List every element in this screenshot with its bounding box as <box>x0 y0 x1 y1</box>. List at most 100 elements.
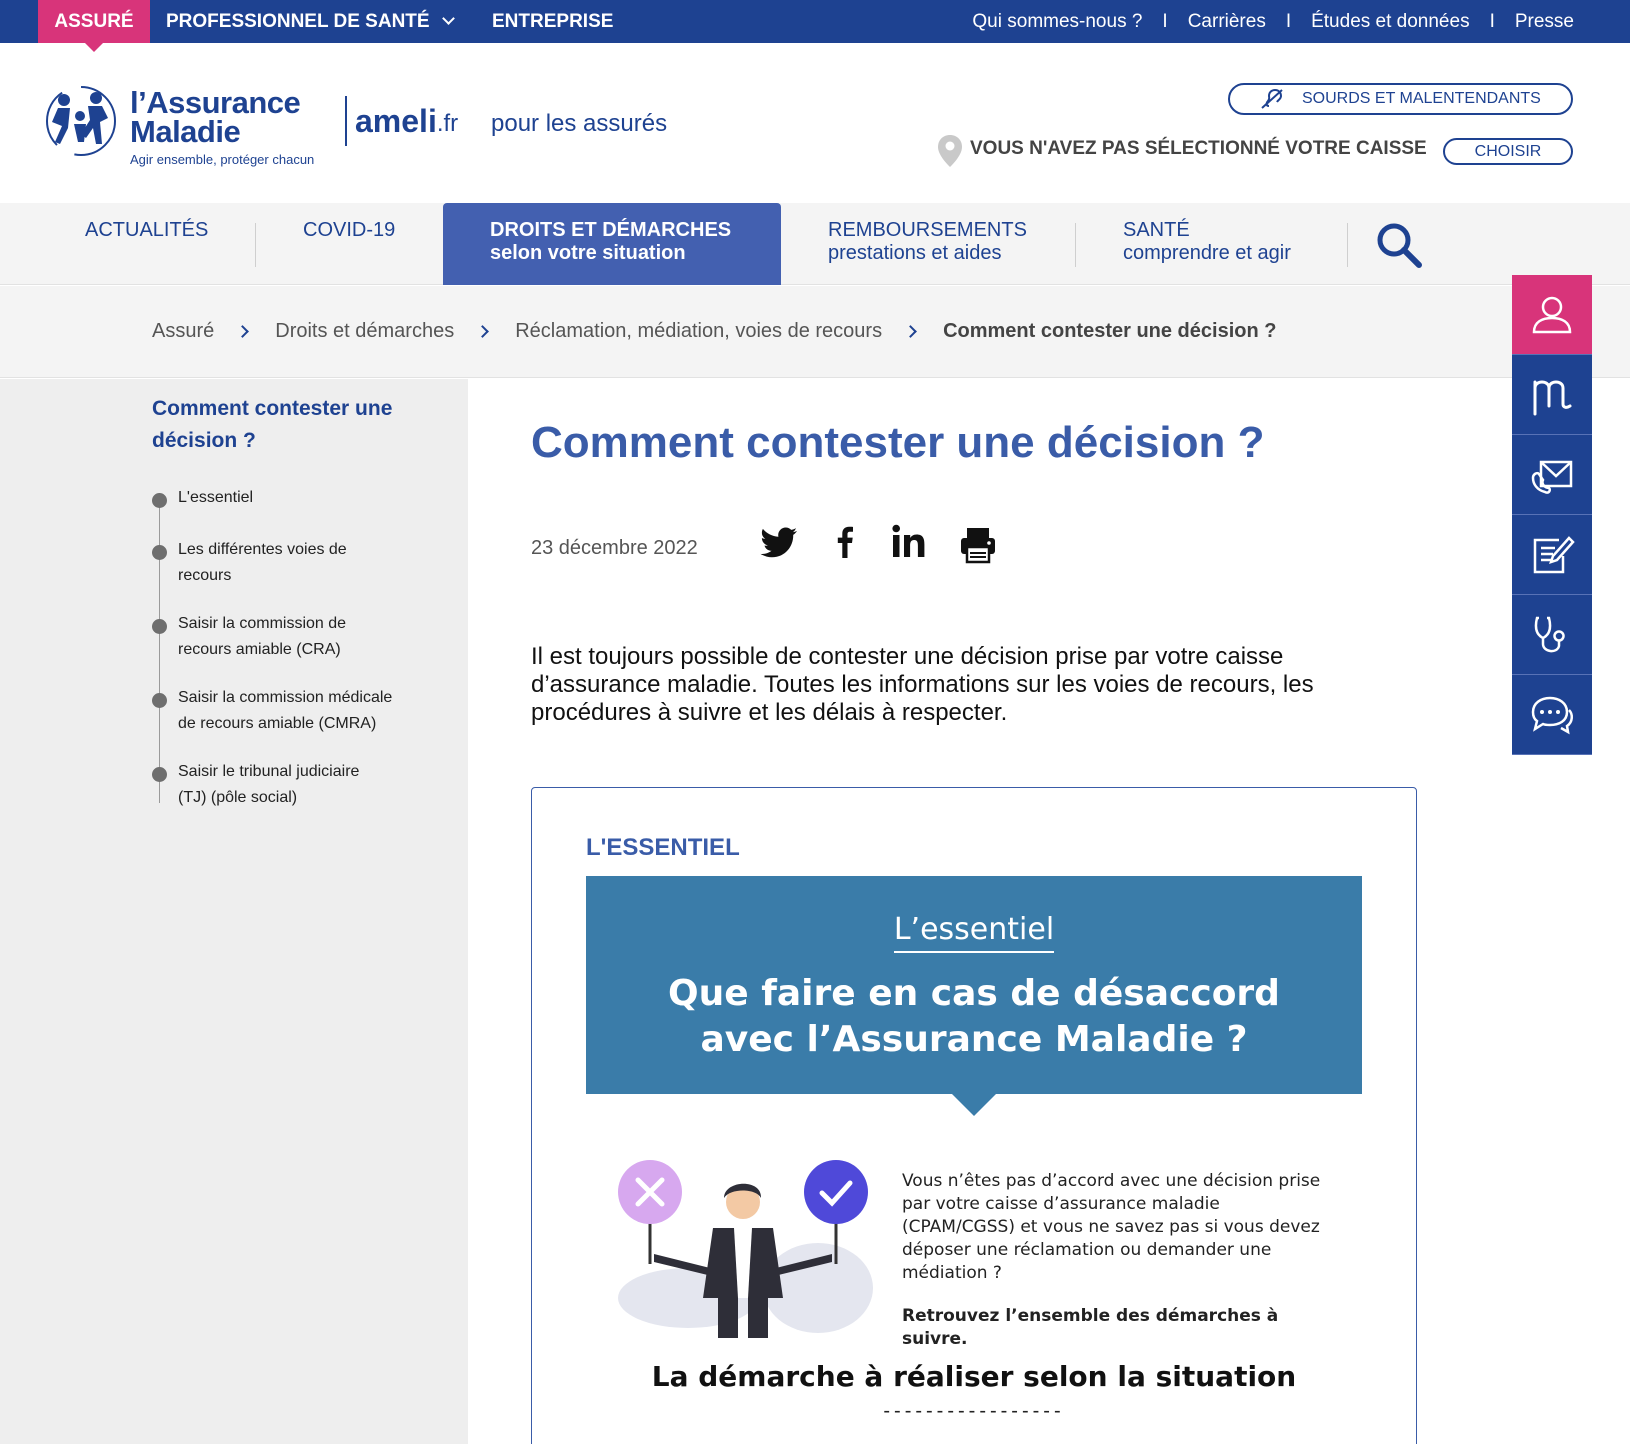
chevron-right-icon <box>904 325 917 338</box>
nav-divider <box>1075 223 1076 267</box>
account-button[interactable] <box>1512 275 1592 355</box>
banner-title: Que faire en cas de désaccord avec l’Ass… <box>586 971 1362 1063</box>
breadcrumb: Assuré Droits et démarches Réclamation, … <box>0 286 1630 378</box>
toc-dot <box>152 545 167 560</box>
separator: I <box>1489 10 1495 32</box>
toc-dot <box>152 693 167 708</box>
nav-rembours-line-2: prestations et aides <box>828 242 1002 264</box>
logo-figures-icon <box>46 86 116 156</box>
publication-date: 23 décembre 2022 <box>531 537 698 559</box>
toc-item-voies-de-recours[interactable]: Les différentes voies de recours <box>152 537 382 589</box>
logo-line-2: Maladie <box>130 114 241 149</box>
contact-mail-icon <box>1531 460 1573 494</box>
side-tools <box>1512 275 1592 755</box>
link-qui-sommes-nous[interactable]: Qui sommes-nous ? <box>972 11 1142 33</box>
tab-professionnel-de-sante[interactable]: PROFESSIONNEL DE SANTÉ <box>166 0 455 43</box>
ameli-logo[interactable]: ameli .fr <box>345 96 458 146</box>
nav-covid-19[interactable]: COVID-19 <box>303 203 395 285</box>
sidebar: Comment contester une décision ? L'essen… <box>0 379 468 1444</box>
tab-entreprise-label: ENTREPRISE <box>492 10 614 32</box>
sourds-label: SOURDS ET MALENTENDANTS <box>1302 90 1541 107</box>
tab-entreprise[interactable]: ENTREPRISE <box>492 0 613 43</box>
toc-dot <box>152 619 167 634</box>
intro-paragraph: Il est toujours possible de contester un… <box>531 643 1314 726</box>
chat-icon <box>1531 696 1573 734</box>
link-carrieres[interactable]: Carrières <box>1188 11 1266 33</box>
forms-button[interactable] <box>1512 515 1592 595</box>
banner-kicker: L’essentiel <box>893 912 1055 953</box>
nav-sante-line-2: comprendre et agir <box>1123 242 1291 264</box>
tab-assure[interactable]: ASSURÉ <box>38 0 150 52</box>
find-doctor-button[interactable] <box>1512 595 1592 675</box>
toc-item-cra[interactable]: Saisir la commission de recours amiable … <box>152 611 382 663</box>
main-nav: ACTUALITÉS COVID-19 DROITS ET DÉMARCHES … <box>0 203 1630 285</box>
essentiel-banner: L’essentiel Que faire en cas de désaccor… <box>586 876 1362 1116</box>
essentiel-body: Vous n’êtes pas d’accord avec une décisi… <box>902 1171 1321 1283</box>
nav-sante-line-1: SANTÉ <box>1123 219 1190 241</box>
nav-divider <box>1347 223 1348 267</box>
link-etudes-et-donnees[interactable]: Études et données <box>1311 11 1469 33</box>
nav-droits-line-2: selon votre situation <box>490 242 686 264</box>
ameli-tld: .fr <box>436 110 459 137</box>
separator: I <box>1162 10 1168 32</box>
choisir-caisse-button[interactable]: CHOISIR <box>1443 138 1573 165</box>
nav-actualites[interactable]: ACTUALITÉS <box>85 203 208 285</box>
toc-item-label: Les différentes voies de recours <box>178 541 347 584</box>
table-of-contents: L'essentiel Les différentes voies de rec… <box>152 485 422 811</box>
toc-item-cmra[interactable]: Saisir la commission médicale de recours… <box>152 685 412 737</box>
ameli-account-icon <box>1533 380 1572 415</box>
breadcrumb-reclamation[interactable]: Réclamation, médiation, voies de recours <box>515 320 882 343</box>
nav-droits-line-1: DROITS ET DÉMARCHES <box>490 219 732 241</box>
dashed-underline: ----------------- <box>883 1400 1065 1422</box>
form-icon <box>1533 535 1575 573</box>
banner-title-line-2: avec l’Assurance Maladie ? <box>700 1019 1248 1060</box>
nav-sante[interactable]: SANTÉ comprendre et agir <box>1123 203 1291 285</box>
facebook-icon[interactable] <box>825 522 865 562</box>
toc-item-tribunal[interactable]: Saisir le tribunal judiciaire (TJ) (pôle… <box>152 759 382 811</box>
top-bar: ASSURÉ PROFESSIONNEL DE SANTÉ ENTREPRISE… <box>0 0 1630 52</box>
essentiel-cta: Retrouvez l’ensemble des démarches à sui… <box>902 1306 1279 1349</box>
demarche-title: La démarche à réaliser selon la situatio… <box>651 1360 1297 1393</box>
sourds-malentendants-button[interactable]: SOURDS ET MALENTENDANTS <box>1228 83 1573 115</box>
toc-item-essentiel[interactable]: L'essentiel <box>152 485 422 511</box>
search-icon[interactable] <box>1374 220 1424 270</box>
separator: I <box>1285 10 1292 32</box>
linkedin-icon[interactable] <box>890 522 930 562</box>
print-icon[interactable] <box>958 525 998 565</box>
chevron-right-icon <box>236 325 250 338</box>
chevron-down-icon <box>441 12 455 25</box>
nav-remboursements[interactable]: REMBOURSEMENTS prestations et aides <box>828 203 1027 285</box>
stethoscope-icon <box>1534 616 1565 652</box>
toc-item-label: Saisir la commission médicale de recours… <box>178 689 393 732</box>
person-with-signs-illustration <box>618 1160 873 1338</box>
caisse-status: VOUS N'AVEZ PAS SÉLECTIONNÉ VOTRE CAISSE <box>970 138 1427 159</box>
tab-assure-label: ASSURÉ <box>54 10 134 32</box>
ameli-account-button[interactable] <box>1512 355 1592 435</box>
toc-item-label: Saisir la commission de recours amiable … <box>178 615 347 658</box>
link-presse[interactable]: Presse <box>1515 11 1574 33</box>
toc-dot <box>152 767 167 782</box>
essentiel-section: L'ESSENTIEL L’essentiel Que faire en cas… <box>531 787 1417 1444</box>
toc-item-label: L'essentiel <box>178 489 254 506</box>
contact-button[interactable] <box>1512 435 1592 515</box>
nav-droits-et-demarches[interactable]: DROITS ET DÉMARCHES selon votre situatio… <box>443 203 781 285</box>
user-icon <box>1532 296 1572 333</box>
toc-dot <box>152 493 167 508</box>
logo-tagline: Agir ensemble, protéger chacun <box>130 152 315 167</box>
breadcrumb-assure[interactable]: Assuré <box>152 320 214 343</box>
nav-actualites-label: ACTUALITÉS <box>85 219 209 241</box>
nav-rembours-line-1: REMBOURSEMENTS <box>828 219 1027 241</box>
toc-item-label: Saisir le tribunal judiciaire (TJ) (pôle… <box>178 763 360 806</box>
sidebar-title: Comment contester une décision ? <box>152 397 393 452</box>
tab-pro-label: PROFESSIONNEL DE SANTÉ <box>166 10 430 32</box>
twitter-icon[interactable] <box>760 522 800 562</box>
essentiel-text: Vous n’êtes pas d’accord avec une décisi… <box>902 1170 1322 1351</box>
banner-title-line-1: Que faire en cas de désaccord <box>668 973 1280 1014</box>
chevron-right-icon <box>476 325 490 338</box>
ear-icon <box>1261 88 1283 109</box>
breadcrumb-droits[interactable]: Droits et démarches <box>275 320 454 343</box>
logo-line-1: l’Assurance <box>130 85 301 120</box>
chat-button[interactable] <box>1512 675 1592 755</box>
nav-covid-label: COVID-19 <box>303 219 396 241</box>
assurance-maladie-logo[interactable]: l’Assurance Maladie Agir ensemble, proté… <box>38 78 338 170</box>
